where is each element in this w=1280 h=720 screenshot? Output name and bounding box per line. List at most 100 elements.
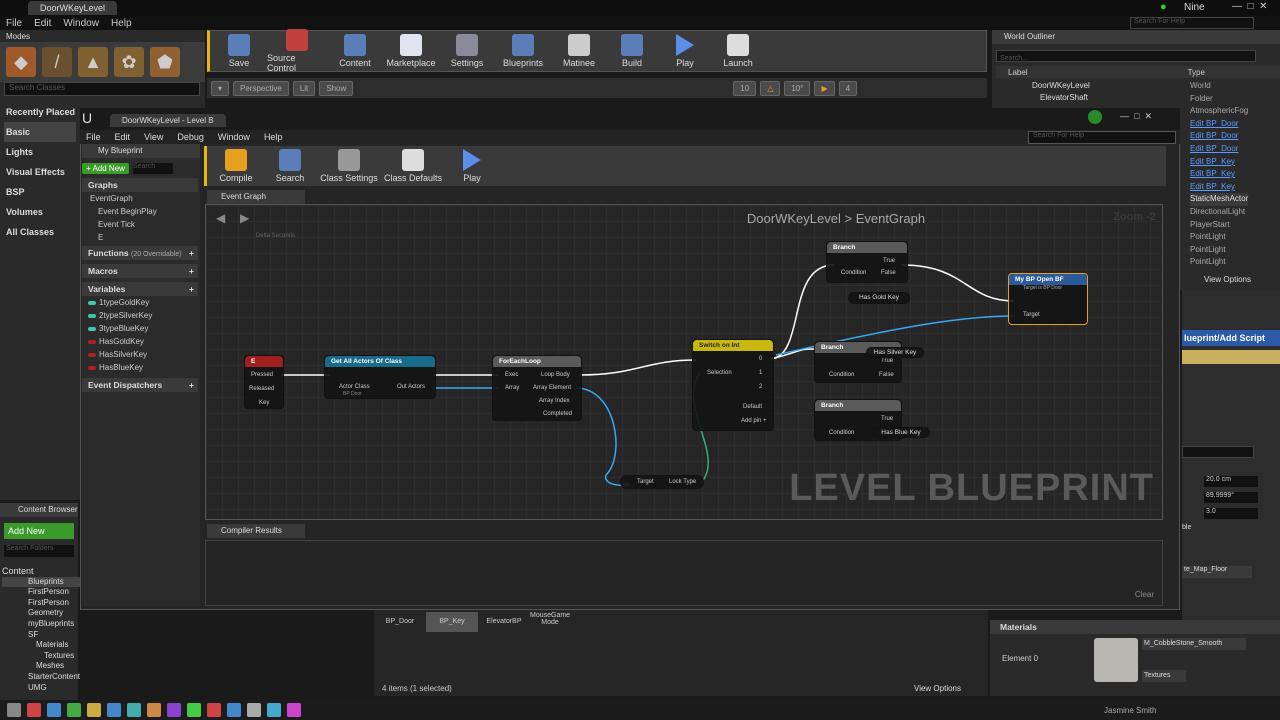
folder-textures[interactable]: Textures	[2, 651, 80, 662]
search-folders-input[interactable]: Search Folders	[4, 545, 74, 557]
taskbar-app-icon[interactable]	[207, 703, 221, 717]
location-z-field[interactable]: 20.0 cm	[1204, 476, 1258, 487]
angle-snap[interactable]: 10°	[784, 80, 811, 96]
pin-pressed[interactable]: Pressed	[251, 372, 273, 378]
taskbar-app-icon[interactable]	[27, 703, 41, 717]
variable-item[interactable]: 2typeSilverKey	[82, 309, 200, 322]
settings-button[interactable]: Settings	[442, 34, 492, 68]
folder-geometry[interactable]: Geometry	[2, 608, 80, 619]
menu-window[interactable]: Window	[63, 18, 99, 29]
taskbar-app-icon[interactable]	[187, 703, 201, 717]
launch-button[interactable]: Launch	[713, 34, 763, 68]
pin-default[interactable]: Default	[743, 404, 762, 410]
event-graph-canvas[interactable]: ◀ ▶ DoorWKeyLevel > EventGraph Zoom -2 L…	[205, 204, 1163, 520]
grid-snap[interactable]: 10	[733, 80, 757, 96]
folder-meshes[interactable]: Meshes	[2, 661, 80, 672]
edit-bp-key-link[interactable]: Edit BP_Key	[1190, 168, 1248, 181]
window-controls[interactable]: — □ ✕	[1232, 1, 1268, 12]
taskbar-app-icon[interactable]	[87, 703, 101, 717]
event-beginplay[interactable]: Event BeginPlay	[82, 205, 200, 218]
cat-visual-effects[interactable]: Visual Effects	[6, 162, 76, 182]
pin-array[interactable]: Array	[505, 385, 519, 391]
rotation-z-field[interactable]: 89.9999°	[1204, 492, 1258, 503]
show-button[interactable]: Show	[319, 80, 354, 96]
bp-menu-edit[interactable]: Edit	[115, 132, 131, 142]
perspective-button[interactable]: Perspective	[233, 80, 289, 96]
material-thumbnail[interactable]	[1094, 638, 1138, 682]
content-browser-tab[interactable]: Content Browser	[0, 503, 78, 517]
outliner-view-options[interactable]: View Options	[1204, 275, 1251, 284]
folder-startercontent[interactable]: StarterContent	[2, 672, 80, 683]
folder-firstperson[interactable]: FirstPerson	[2, 587, 80, 598]
asset-tile[interactable]: ElevatorBP	[478, 612, 530, 632]
pin-loop-body[interactable]: Loop Body	[541, 372, 570, 378]
pin-exec[interactable]: Exec	[505, 372, 518, 378]
mybp-search-input[interactable]: Search	[132, 162, 173, 174]
menu-edit[interactable]: Edit	[34, 18, 51, 29]
landscape-mode-icon[interactable]: ▲	[78, 47, 108, 77]
world-outliner-tab[interactable]: World Outliner	[992, 30, 1280, 44]
bp-menu-file[interactable]: File	[86, 132, 101, 142]
start-icon[interactable]	[7, 703, 21, 717]
bp-play-button[interactable]: Play	[447, 149, 497, 183]
add-dispatcher-icon[interactable]: +	[189, 378, 194, 392]
taskbar-app-icon[interactable]	[227, 703, 241, 717]
geometry-mode-icon[interactable]: ⬟	[150, 47, 180, 77]
folder-umg[interactable]: UMG	[2, 683, 80, 694]
pin-out-actors[interactable]: Out Actors	[397, 384, 425, 390]
node-branch-gold[interactable]: Branch Condition True False	[826, 241, 908, 283]
folder-firstperson[interactable]: FirstPerson	[2, 598, 80, 609]
pin-lock-type[interactable]: Lock Type	[669, 479, 696, 485]
menu-help[interactable]: Help	[111, 18, 132, 29]
event-graph-tab[interactable]: Event Graph	[207, 190, 305, 204]
folder-sf[interactable]: SF	[2, 630, 80, 641]
foliage-mode-icon[interactable]: ✿	[114, 47, 144, 77]
var-has-gold-key[interactable]: Has Gold Key	[848, 292, 910, 304]
pin-true[interactable]: True	[881, 416, 893, 422]
details-search[interactable]	[1182, 446, 1254, 458]
asset-view-options[interactable]: View Options	[914, 684, 961, 693]
node-open-door-function[interactable]: My BP Open BF Target is BP Door Target	[1008, 273, 1088, 325]
pin-actor-class[interactable]: Actor Class	[339, 384, 370, 390]
pin-target[interactable]: Target	[1023, 312, 1040, 318]
camera-speed[interactable]: 4	[838, 80, 858, 96]
pin-target[interactable]: Target	[637, 479, 654, 485]
outliner-search-input[interactable]: Search...	[996, 50, 1256, 62]
bp-menu-help[interactable]: Help	[264, 132, 283, 142]
bp-menu-debug[interactable]: Debug	[177, 132, 204, 142]
pin-false[interactable]: False	[879, 372, 894, 378]
blueprint-tab[interactable]: DoorWKeyLevel - Level B	[110, 114, 226, 127]
outliner-row-elevatorshaft[interactable]: ElevatorShaft	[1020, 92, 1090, 104]
clear-button[interactable]: Clear	[1135, 590, 1154, 599]
class-defaults-button[interactable]: Class Defaults	[383, 149, 443, 183]
textures-dropdown[interactable]: Textures	[1142, 670, 1186, 682]
cat-volumes[interactable]: Volumes	[6, 202, 76, 222]
bp-window-controls[interactable]: — □ ✕	[1120, 111, 1152, 122]
add-function-icon[interactable]: +	[189, 246, 194, 260]
place-mode-icon[interactable]: ◆	[6, 47, 36, 77]
taskbar-app-icon[interactable]	[287, 703, 301, 717]
materials-header[interactable]: Materials	[990, 620, 1280, 634]
folder-content[interactable]: Content	[2, 566, 80, 577]
cat-lights[interactable]: Lights	[6, 142, 76, 162]
asset-tile[interactable]: BP_Door	[374, 612, 426, 632]
mesh-selector[interactable]: te_Map_Floor	[1182, 566, 1252, 578]
outliner-row-level[interactable]: DoorWKeyLevel	[1020, 80, 1090, 92]
pin-1[interactable]: 1	[759, 370, 762, 376]
variable-item[interactable]: HasSilverKey	[82, 348, 200, 361]
material-selector[interactable]: M_CobbleStone_Smooth	[1142, 638, 1246, 650]
cat-basic[interactable]: Basic	[4, 122, 76, 142]
node-key-e[interactable]: E Pressed Released Key	[244, 355, 284, 409]
viewport-options-button[interactable]: ▾	[211, 80, 230, 96]
variable-item[interactable]: 1typeGoldKey	[82, 296, 200, 309]
cat-recently-placed[interactable]: Recently Placed	[6, 102, 76, 122]
node-get-all-actors[interactable]: Get All Actors Of Class Actor Class BP D…	[324, 355, 436, 399]
taskbar-app-icon[interactable]	[127, 703, 141, 717]
edit-bp-key-link[interactable]: Edit BP_Key	[1190, 156, 1248, 169]
taskbar-app-icon[interactable]	[167, 703, 181, 717]
level-tab[interactable]: DoorWKeyLevel	[28, 1, 118, 15]
pin-value[interactable]: BP Door	[343, 391, 362, 397]
pin-completed[interactable]: Completed	[543, 411, 572, 417]
modes-tab[interactable]: Modes	[6, 32, 30, 41]
lit-button[interactable]: Lit	[292, 80, 316, 96]
